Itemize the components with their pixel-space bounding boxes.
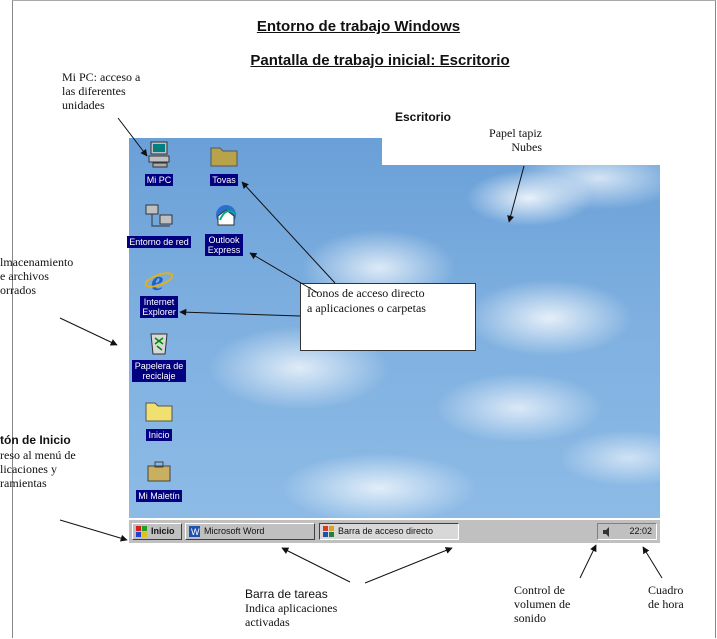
arrow-iconos-1 bbox=[241, 181, 336, 284]
arrow-mi-pc bbox=[117, 117, 148, 157]
arrow-hora bbox=[642, 546, 663, 579]
arrow-barra-1 bbox=[281, 547, 351, 583]
annotation-arrows bbox=[59, 117, 663, 584]
arrow-barra-2 bbox=[364, 547, 453, 584]
arrow-volumen bbox=[579, 544, 597, 579]
arrow-iconos-2 bbox=[249, 252, 319, 294]
arrow-almacenamiento bbox=[59, 317, 118, 346]
arrow-inicio bbox=[59, 519, 128, 542]
arrow-papel-tapiz bbox=[507, 165, 525, 223]
arrow-iconos-3 bbox=[179, 308, 301, 317]
